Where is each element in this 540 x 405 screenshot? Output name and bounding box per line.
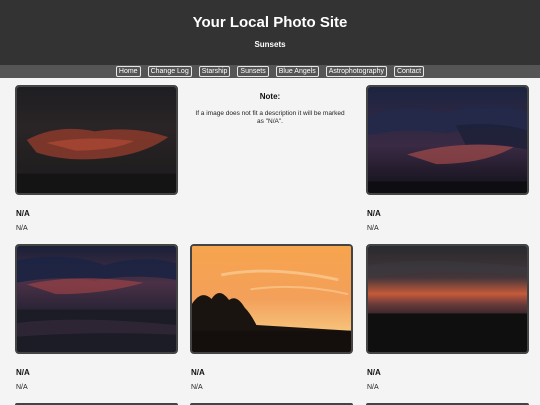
photo-title: N/A: [367, 209, 381, 218]
photo-title: N/A: [367, 368, 381, 377]
sunset-photo[interactable]: [366, 85, 529, 195]
photo-description: N/A: [367, 225, 379, 232]
nav-link-contact[interactable]: Contact: [393, 66, 425, 77]
nav-link-astrophotography[interactable]: Astrophotography: [325, 66, 387, 77]
photo-description: N/A: [191, 384, 203, 391]
photo-card: [366, 85, 529, 195]
photo-card: [15, 85, 178, 195]
note-text: If a image does not fit a description it…: [195, 110, 345, 125]
page-subtitle: Sunsets: [254, 40, 286, 49]
nav-link-starship[interactable]: Starship: [198, 66, 231, 77]
photo-title: N/A: [191, 368, 205, 377]
sunset-photo[interactable]: [366, 244, 529, 354]
site-header: Your Local Photo Site Sunsets: [0, 0, 540, 65]
nav-bar: Home Change Log Starship Sunsets Blue An…: [0, 65, 540, 78]
photo-card: [190, 244, 353, 354]
photo-title: N/A: [16, 368, 30, 377]
nav-link-home[interactable]: Home: [115, 66, 141, 77]
photo-card: [366, 244, 529, 354]
site-title: Your Local Photo Site: [192, 14, 348, 31]
photo-title: N/A: [16, 209, 30, 218]
photo-description: N/A: [16, 384, 28, 391]
note-box: Note: If a image does not fit a descript…: [190, 92, 350, 126]
sunset-photo[interactable]: [190, 244, 353, 354]
sunset-photo[interactable]: [15, 244, 178, 354]
sunset-photo[interactable]: [15, 85, 178, 195]
note-title: Note:: [259, 92, 281, 101]
photo-description: N/A: [367, 384, 379, 391]
nav-link-sunsets[interactable]: Sunsets: [237, 66, 269, 77]
photo-card: [15, 244, 178, 354]
nav-link-change-log[interactable]: Change Log: [147, 66, 192, 77]
nav-link-blue-angels[interactable]: Blue Angels: [275, 66, 319, 77]
photo-description: N/A: [16, 225, 28, 232]
